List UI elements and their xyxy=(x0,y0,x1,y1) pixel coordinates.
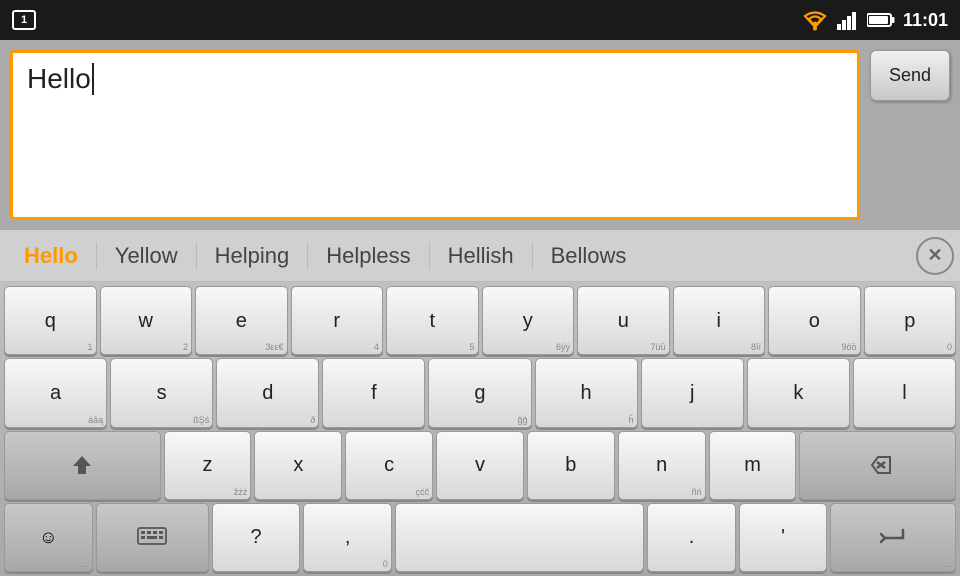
status-left: 1 xyxy=(12,10,36,30)
key-e[interactable]: e3εε€ xyxy=(195,286,288,355)
message-area: Hello Send xyxy=(0,40,960,230)
suggestion-bellows[interactable]: Bellows xyxy=(533,243,645,269)
key-apostrophe[interactable]: ' xyxy=(739,503,828,572)
send-button[interactable]: Send xyxy=(870,50,950,101)
backspace-icon xyxy=(864,455,892,475)
suggestion-helpless[interactable]: Helpless xyxy=(308,243,428,269)
key-row-3: zžźż x cçćč v b nñń m xyxy=(4,431,956,500)
key-s[interactable]: sßŞś xyxy=(110,358,213,427)
suggestion-hellish[interactable]: Hellish xyxy=(430,243,532,269)
status-right: 11:01 xyxy=(801,9,948,31)
key-a[interactable]: aàāą xyxy=(4,358,107,427)
space-key[interactable] xyxy=(395,503,644,572)
key-period[interactable]: . xyxy=(647,503,736,572)
keyboard-switch-key[interactable] xyxy=(96,503,209,572)
key-b[interactable]: b xyxy=(527,431,615,500)
enter-key[interactable]: ... xyxy=(830,503,956,572)
key-w[interactable]: w2 xyxy=(100,286,193,355)
key-q[interactable]: q1 xyxy=(4,286,97,355)
key-y[interactable]: y6ÿý xyxy=(482,286,575,355)
key-f[interactable]: f xyxy=(322,358,425,427)
key-u[interactable]: u7üū xyxy=(577,286,670,355)
key-t[interactable]: t5 xyxy=(386,286,479,355)
key-r[interactable]: r4 xyxy=(291,286,384,355)
enter-icon xyxy=(879,526,907,548)
wifi-icon xyxy=(801,9,829,31)
key-j[interactable]: j xyxy=(641,358,744,427)
status-bar: 1 11:01 xyxy=(0,0,960,40)
battery-icon xyxy=(867,12,895,28)
signal-icon xyxy=(837,10,859,30)
key-comma[interactable]: ,0 xyxy=(303,503,392,572)
key-row-4: ☺ ... ? ,0 . ' ... xyxy=(4,503,956,572)
key-o[interactable]: o9öō xyxy=(768,286,861,355)
keyboard-icon xyxy=(137,527,167,547)
suggestion-close-button[interactable]: ✕ xyxy=(916,237,954,275)
key-p[interactable]: p0 xyxy=(864,286,957,355)
key-row-2: aàāą sßŞś dð f gğĝ hĥ j k l xyxy=(4,358,956,427)
notif-count: 1 xyxy=(21,14,27,26)
suggestion-helping[interactable]: Helping xyxy=(197,243,308,269)
key-g[interactable]: gğĝ xyxy=(428,358,531,427)
emoji-key[interactable]: ☺ ... xyxy=(4,503,93,572)
key-v[interactable]: v xyxy=(436,431,524,500)
key-z[interactable]: zžźż xyxy=(164,431,252,500)
key-x[interactable]: x xyxy=(254,431,342,500)
key-question[interactable]: ? xyxy=(212,503,301,572)
text-cursor xyxy=(92,63,94,95)
shift-key[interactable] xyxy=(4,431,161,500)
shift-icon xyxy=(71,454,93,476)
suggestions-bar: Hello Yellow Helping Helpless Hellish Be… xyxy=(0,230,960,282)
emoji-icon: ☺ xyxy=(39,527,57,548)
key-m[interactable]: m xyxy=(709,431,797,500)
suggestion-hello[interactable]: Hello xyxy=(6,243,96,269)
input-text: Hello xyxy=(27,63,91,95)
key-i[interactable]: i8īï xyxy=(673,286,766,355)
key-k[interactable]: k xyxy=(747,358,850,427)
key-n[interactable]: nñń xyxy=(618,431,706,500)
suggestion-yellow[interactable]: Yellow xyxy=(97,243,196,269)
key-c[interactable]: cçćč xyxy=(345,431,433,500)
key-l[interactable]: l xyxy=(853,358,956,427)
status-time: 11:01 xyxy=(903,10,948,31)
key-row-1: q1 w2 e3εε€ r4 t5 y6ÿý u7üū i8īï o9öō p0 xyxy=(4,286,956,355)
key-h[interactable]: hĥ xyxy=(535,358,638,427)
notification-icon: 1 xyxy=(12,10,36,30)
backspace-key[interactable] xyxy=(799,431,956,500)
text-input[interactable]: Hello xyxy=(10,50,860,220)
key-d[interactable]: dð xyxy=(216,358,319,427)
keyboard: q1 w2 e3εε€ r4 t5 y6ÿý u7üū i8īï o9öō p0… xyxy=(0,282,960,576)
